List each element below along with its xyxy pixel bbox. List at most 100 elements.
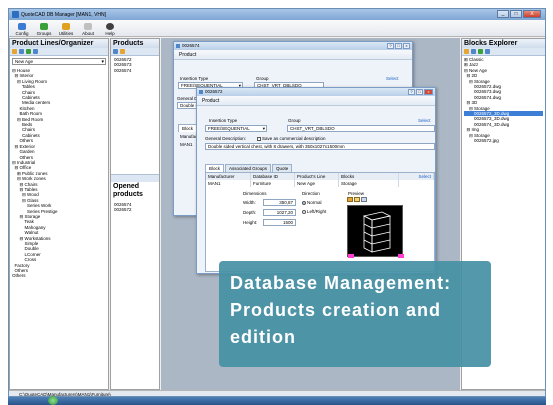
depth-label: Depth: xyxy=(243,210,257,215)
general-description-label: General Description: xyxy=(205,136,247,141)
organizer-tree[interactable]: ⊟ House ⊟ Interior ⊟ Living Room Tables … xyxy=(10,67,108,280)
refresh-icon[interactable] xyxy=(471,49,476,54)
help-button[interactable]: Help xyxy=(99,20,121,37)
about-icon xyxy=(84,23,92,30)
dimensions-label: Dimensions xyxy=(243,191,267,196)
back-insertion-label: Insertion Type xyxy=(180,76,209,81)
dialog-subtitle: Product xyxy=(197,96,435,106)
grid-cell-blocks: Storage xyxy=(339,180,399,187)
remove-block-icon[interactable] xyxy=(485,49,490,54)
product-lines-title: Product Lines/Organizer xyxy=(10,39,108,48)
close-button[interactable]: X xyxy=(523,10,541,18)
window-title: QuoteCAD DB Manager [MAN1, VHN] xyxy=(21,11,107,18)
folder-icon[interactable] xyxy=(12,49,17,54)
delete-icon[interactable] xyxy=(33,49,38,54)
tab-associated-groups[interactable]: Associated Groups xyxy=(225,164,272,172)
opened-product-item[interactable]: 0026572 xyxy=(114,207,132,212)
grid-header-database-id: Database ID xyxy=(251,173,295,180)
config-button[interactable]: Config xyxy=(11,20,33,37)
products-list[interactable]: 0026572 0026573 0026574 xyxy=(111,56,159,74)
preview-label: Preview xyxy=(348,191,365,196)
direction-normal-label: Normal xyxy=(307,200,322,205)
blocks-tree[interactable]: ⊞ Classic ⊞ Jazz ⊟ New Age ⊟ 2D ⊟ Storage … xyxy=(462,56,545,145)
description-field[interactable]: Double sided vertical chest, with 8 draw… xyxy=(205,143,435,150)
group-label: Group xyxy=(288,118,301,123)
products-panel: Products 0026572 0026573 0026574 Opened pr… xyxy=(110,38,160,390)
config-label: Config xyxy=(15,31,29,36)
help-label: Help xyxy=(105,31,115,36)
move-icon[interactable] xyxy=(26,49,31,54)
add-block-icon[interactable] xyxy=(478,49,483,54)
caption-line-3: edition xyxy=(230,327,296,347)
title-bar: QuoteCAD DB Manager [MAN1, VHN] _ □ X xyxy=(9,9,545,20)
height-label: Height: xyxy=(243,220,258,225)
dialog-max-button[interactable]: □ xyxy=(416,89,423,95)
insertion-type-select[interactable]: FREE/SEQUENTIAL xyxy=(205,125,267,132)
tab-block[interactable]: Block xyxy=(205,164,225,172)
about-label: About xyxy=(82,31,94,36)
panel-splitter[interactable] xyxy=(111,174,159,182)
tree-item[interactable]: Others xyxy=(12,273,106,278)
back-manufacturer-value: MAN1 xyxy=(180,142,193,147)
preview-3d-icon[interactable] xyxy=(354,197,360,202)
block-tree-item[interactable]: 0026572.jpg xyxy=(464,138,543,143)
back-dialog-help-button[interactable]: ? xyxy=(387,43,394,49)
maximize-button[interactable]: □ xyxy=(510,10,522,18)
group-select-link[interactable]: Select xyxy=(418,118,431,123)
tab-quote[interactable]: Quote xyxy=(272,164,293,172)
organizer-toolbar xyxy=(10,48,108,56)
group-field[interactable]: CHST_VRT_DBLSDO xyxy=(287,125,435,132)
back-dialog-max-button[interactable]: □ xyxy=(395,43,402,49)
minimize-button[interactable]: _ xyxy=(497,10,509,18)
dialog-title: 0026572 xyxy=(197,88,435,96)
caption-line-2: Products creation and xyxy=(230,300,442,320)
caption-banner: Database Management: Products creation a… xyxy=(219,261,491,367)
grid-select-link[interactable]: Select xyxy=(399,173,434,180)
direction-leftright-radio[interactable]: Left/Right xyxy=(302,209,326,214)
start-button[interactable] xyxy=(48,396,58,405)
products-toolbar xyxy=(111,48,159,56)
product-list-item[interactable]: 0026574 xyxy=(114,68,156,73)
back-group-label: Group xyxy=(256,76,269,81)
grid-cell-database-id: Furniture xyxy=(251,180,295,187)
groups-button[interactable]: Groups xyxy=(33,20,55,37)
dialog-help-button[interactable]: ? xyxy=(408,89,415,95)
about-button[interactable]: About xyxy=(77,20,99,37)
opened-products-list[interactable]: 0026574 0026572 xyxy=(111,201,135,214)
add-icon[interactable] xyxy=(19,49,24,54)
back-dialog-subtitle: Product xyxy=(174,50,412,60)
products-title: Products xyxy=(111,39,159,48)
utilities-label: Utilities xyxy=(58,31,74,36)
help-icon xyxy=(106,23,114,30)
open-product-icon[interactable] xyxy=(120,49,125,54)
save-commercial-label: Save as commercial description xyxy=(262,136,326,141)
dialog-close-button[interactable]: × xyxy=(424,89,433,95)
direction-leftright-label: Left/Right xyxy=(307,209,327,214)
grid-row[interactable]: MAN1 Furniture New Age Storage xyxy=(206,180,434,187)
product-line-select[interactable]: New Age xyxy=(12,58,106,65)
back-dialog-title: 0026574 xyxy=(174,42,412,50)
back-group-select-link[interactable]: Select xyxy=(386,76,399,81)
back-dialog-close-button[interactable]: × xyxy=(403,43,410,49)
direction-label: Direction xyxy=(302,191,320,196)
blocks-toolbar xyxy=(462,48,545,56)
grid-cell-manufacturer: MAN1 xyxy=(206,180,251,187)
opened-products-title: Opened products xyxy=(113,183,143,198)
preview-2d-icon[interactable] xyxy=(347,197,353,202)
save-commercial-checkbox[interactable]: Save as commercial description xyxy=(257,136,326,141)
folder-icon[interactable] xyxy=(464,49,469,54)
utilities-button[interactable]: Utilities xyxy=(55,20,77,37)
direction-normal-radio[interactable]: Normal xyxy=(302,200,322,205)
preview-list-icon[interactable] xyxy=(361,197,367,202)
grid-cell-product-line: New Age xyxy=(295,180,339,187)
new-product-icon[interactable] xyxy=(113,49,118,54)
back-tab-block[interactable]: Block xyxy=(178,124,198,132)
block-preview xyxy=(347,205,404,258)
product-lines-panel: Product Lines/Organizer New Age ⊟ House … xyxy=(9,38,109,390)
width-field[interactable]: 350,87 xyxy=(263,199,296,206)
preview-view-buttons xyxy=(347,197,367,202)
grid-header-blocks: Blocks xyxy=(339,173,399,180)
os-taskbar xyxy=(8,396,546,405)
depth-field[interactable]: 1027,20 xyxy=(263,209,296,216)
height-field[interactable]: 1500 xyxy=(263,219,296,226)
